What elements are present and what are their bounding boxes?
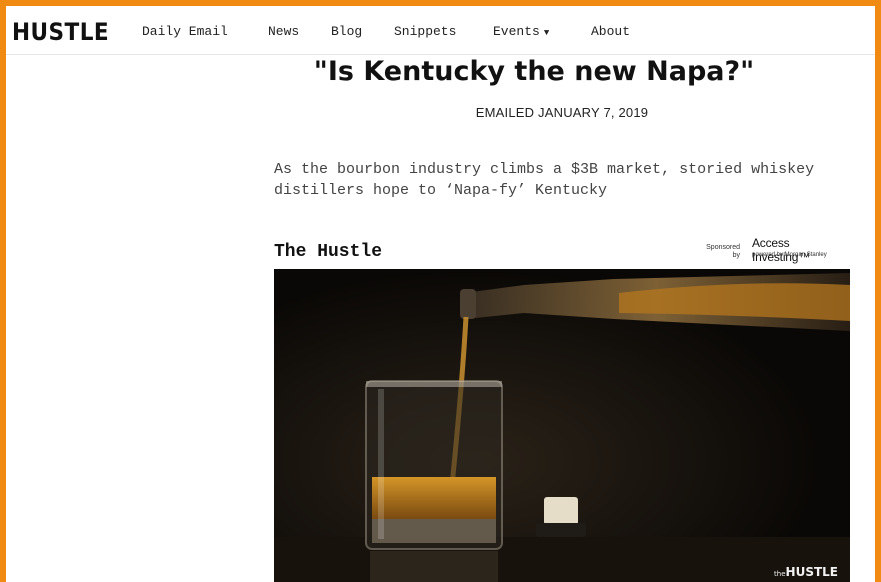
sponsored-by-label: Sponsored by xyxy=(700,244,740,260)
whiskey-glass xyxy=(365,380,503,550)
sponsor-block[interactable]: Sponsored by Access Investing™ powered b… xyxy=(700,236,850,266)
article-subtitle: As the bourbon industry climbs a $3B mar… xyxy=(274,159,854,201)
video-brand-title: The Hustle xyxy=(274,242,383,262)
video-player[interactable]: theHUSTLE xyxy=(274,269,850,582)
nav-snippets[interactable]: Snippets xyxy=(394,24,456,39)
subtitle-line-2: distillers hope to ‘Napa-fy’ Kentucky xyxy=(274,182,608,199)
whiskey-pour-image xyxy=(274,269,850,582)
page: HUSTLE Daily Email News Blog Snippets Ev… xyxy=(6,6,875,582)
sponsor-name: Access Investing™ xyxy=(752,236,811,264)
emailed-date: EMAILED JANUARY 7, 2019 xyxy=(475,105,649,120)
by-label: by xyxy=(732,252,740,259)
nav-blog[interactable]: Blog xyxy=(331,24,362,39)
nav-daily-email[interactable]: Daily Email xyxy=(142,24,228,39)
nav-about[interactable]: About xyxy=(591,24,630,39)
caret-down-icon: ▼ xyxy=(543,28,550,38)
site-logo[interactable]: HUSTLE xyxy=(12,18,109,46)
nav-events-label: Events xyxy=(493,24,540,39)
nav-events[interactable]: Events ▼ xyxy=(493,24,549,39)
nav-news[interactable]: News xyxy=(268,24,299,39)
sponsor-powered-by: powered by Morgan Stanley xyxy=(752,252,827,258)
watermark-text: HUSTLE xyxy=(785,565,838,579)
watermark-prefix: the xyxy=(774,570,786,578)
article-headline: "Is Kentucky the new Napa?" xyxy=(313,56,755,87)
top-navigation-bar: HUSTLE Daily Email News Blog Snippets Ev… xyxy=(6,6,875,55)
subtitle-line-1: As the bourbon industry climbs a $3B mar… xyxy=(274,161,815,178)
hustle-watermark: theHUSTLE xyxy=(774,565,838,579)
sponsored-label: Sponsored xyxy=(706,244,740,251)
